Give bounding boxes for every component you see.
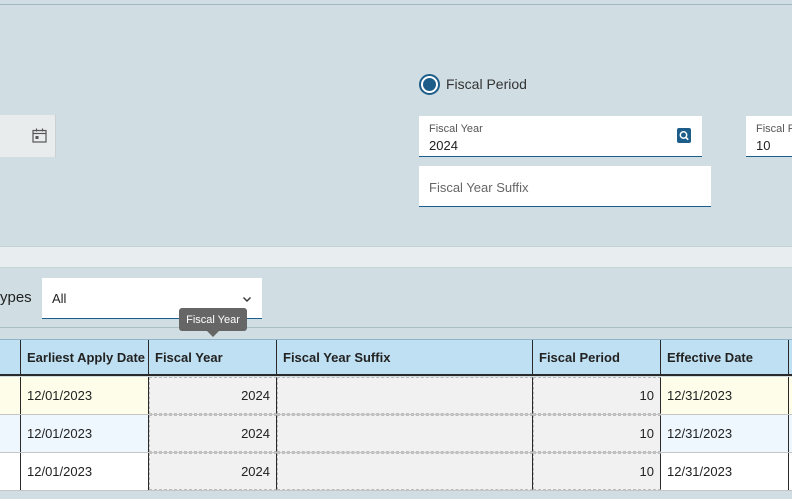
radio-selected-dot (423, 77, 436, 91)
fiscal-year-cell[interactable]: 2024 (149, 377, 277, 414)
grid-top-divider (0, 327, 792, 328)
fiscal-year-value[interactable]: 2024 (429, 138, 458, 153)
section-band (0, 246, 792, 268)
fiscal-period-cell[interactable]: 10 (533, 377, 661, 414)
search-lookup-icon[interactable] (677, 128, 691, 143)
types-filter-label: ypes (0, 289, 32, 306)
fiscal-period-cell[interactable]: 10 (533, 415, 661, 452)
column-tooltip: Fiscal Year (179, 308, 247, 337)
fiscal-year-suffix-field[interactable]: Fiscal Year Suffix (419, 166, 711, 207)
fiscal-year-suffix-cell[interactable] (277, 415, 533, 452)
earliest-apply-date-cell[interactable]: 12/01/2023 (21, 453, 149, 490)
fiscal-period-cell[interactable]: 10 (533, 453, 661, 490)
fiscal-year-suffix-placeholder: Fiscal Year Suffix (429, 180, 529, 195)
grid-header-row: Earliest Apply Date Fiscal Year Fiscal Y… (0, 339, 792, 376)
column-header-fiscal-period[interactable]: Fiscal Period (533, 340, 661, 374)
fiscal-year-cell[interactable]: 2024 (149, 453, 277, 490)
fiscal-year-label: Fiscal Year (429, 123, 483, 135)
fiscal-period-value[interactable]: 10 (756, 138, 770, 153)
row-selector[interactable] (0, 453, 21, 490)
fiscal-period-option[interactable]: Fiscal Period (419, 73, 527, 95)
column-header-effective-date[interactable]: Effective Date (661, 340, 789, 374)
column-header-fiscal-year[interactable]: Fiscal Year (149, 340, 277, 374)
grid-header-selector[interactable] (0, 340, 21, 374)
table-row[interactable]: 12/01/2023 2024 10 12/31/2023 (0, 377, 792, 415)
fiscal-period-label: Fiscal P (756, 123, 792, 135)
row-selector[interactable] (0, 415, 21, 452)
results-grid: Earliest Apply Date Fiscal Year Fiscal Y… (0, 339, 792, 499)
fiscal-year-suffix-cell[interactable] (277, 377, 533, 414)
fiscal-year-suffix-cell[interactable] (277, 453, 533, 490)
table-row[interactable]: 12/01/2023 2024 10 12/31/2023 (0, 415, 792, 453)
chevron-down-icon[interactable] (242, 294, 252, 304)
top-divider (0, 4, 792, 5)
fiscal-year-cell[interactable]: 2024 (149, 415, 277, 452)
column-header-earliest-apply-date[interactable]: Earliest Apply Date (21, 340, 149, 374)
column-header-fiscal-year-suffix[interactable]: Fiscal Year Suffix (277, 340, 533, 374)
fiscal-period-radio[interactable] (419, 73, 440, 95)
types-filter-value: All (52, 291, 67, 306)
row-selector[interactable] (0, 377, 21, 414)
effective-date-cell[interactable]: 12/31/2023 (661, 377, 789, 414)
effective-date-cell[interactable]: 12/31/2023 (661, 453, 789, 490)
effective-date-cell[interactable]: 12/31/2023 (661, 415, 789, 452)
table-row[interactable]: 12/01/2023 2024 10 12/31/2023 (0, 453, 792, 491)
fiscal-period-field[interactable]: Fiscal P 10 (746, 116, 792, 157)
earliest-apply-date-cell[interactable]: 12/01/2023 (21, 415, 149, 452)
earliest-apply-date-cell[interactable]: 12/01/2023 (21, 377, 149, 414)
date-field[interactable] (0, 115, 56, 157)
calendar-icon[interactable] (32, 128, 47, 143)
fiscal-period-radio-label: Fiscal Period (446, 76, 527, 92)
fiscal-year-field[interactable]: Fiscal Year 2024 (419, 116, 702, 157)
